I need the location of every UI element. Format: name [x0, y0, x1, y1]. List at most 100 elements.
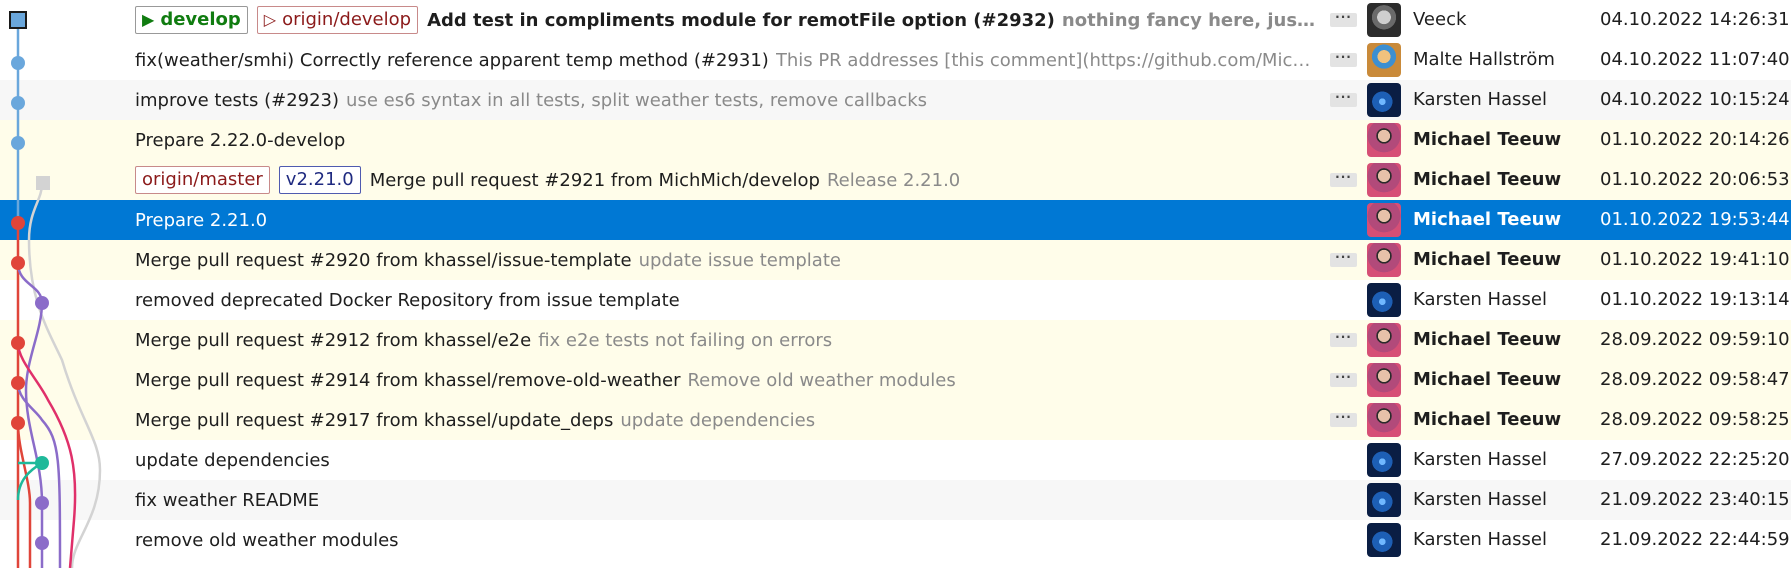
commit-message-cell: Merge pull request #2914 from khassel/re…	[135, 360, 1320, 400]
commit-date: 04.10.2022 11:07:40	[1600, 49, 1790, 70]
commit-row[interactable]: fix weather README Karsten Hassel 21.09.…	[0, 480, 1791, 520]
author-avatar	[1367, 123, 1401, 157]
commit-row[interactable]: origin/master v2.21.0 Merge pull request …	[0, 160, 1791, 200]
commit-date: 01.10.2022 19:41:10	[1600, 249, 1790, 270]
ref-label-text: v2.21.0	[285, 169, 354, 190]
commit-row[interactable]: Merge pull request #2917 from khassel/up…	[0, 400, 1791, 440]
commit-subject: improve tests (#2923)	[135, 89, 340, 111]
branch-label[interactable]: origin/master	[135, 166, 270, 194]
commit-date: 28.09.2022 09:58:47	[1600, 369, 1790, 390]
author-avatar	[1367, 363, 1401, 397]
commit-body: update issue template	[638, 249, 841, 271]
author-avatar	[1367, 203, 1401, 237]
more-details-button[interactable]: ···	[1330, 371, 1357, 387]
commit-date: 21.09.2022 22:44:59	[1600, 529, 1790, 550]
commit-row[interactable]: Merge pull request #2912 from khassel/e2…	[0, 320, 1791, 360]
commit-date: 04.10.2022 10:15:24	[1600, 89, 1790, 110]
commit-body: Release 2.21.0	[826, 169, 961, 191]
commit-message-cell: update dependencies	[135, 440, 1320, 480]
more-details-button[interactable]: ···	[1330, 11, 1357, 27]
commit-author: Michael Teeuw	[1413, 409, 1562, 430]
commit-row[interactable]: Prepare 2.22.0-develop Michael Teeuw 01.…	[0, 120, 1791, 160]
commit-date: 04.10.2022 14:26:31	[1600, 9, 1790, 30]
commit-message-cell: Merge pull request #2920 from khassel/is…	[135, 240, 1320, 280]
commit-subject: Merge pull request #2921 from MichMich/d…	[369, 169, 820, 191]
commit-message-cell: removed deprecated Docker Repository fro…	[135, 280, 1320, 320]
commit-row[interactable]: ▶ develop ▷ origin/develop Add test in comp…	[0, 0, 1791, 40]
commit-body: update dependencies	[620, 409, 816, 431]
commit-history-view: ▶ develop ▷ origin/develop Add test in comp…	[0, 0, 1791, 568]
commit-message-cell: fix(weather/smhi) Correctly reference ap…	[135, 40, 1320, 80]
more-details-button[interactable]: ···	[1330, 171, 1357, 187]
commit-subject: fix(weather/smhi) Correctly reference ap…	[135, 49, 769, 71]
commit-author: Michael Teeuw	[1413, 169, 1562, 190]
more-details-button[interactable]: ···	[1330, 51, 1357, 67]
commit-subject: Merge pull request #2920 from khassel/is…	[135, 249, 632, 271]
ref-labels: ▶ develop ▷ origin/develop	[135, 6, 427, 34]
commit-subject: Merge pull request #2917 from khassel/up…	[135, 409, 614, 431]
commit-list: ▶ develop ▷ origin/develop Add test in comp…	[0, 0, 1791, 560]
commit-message-cell: Merge pull request #2917 from khassel/up…	[135, 400, 1320, 440]
commit-author: Michael Teeuw	[1413, 129, 1562, 150]
play-triangle-icon: ▶	[142, 10, 155, 29]
commit-date: 28.09.2022 09:58:25	[1600, 409, 1790, 430]
more-details-button[interactable]: ···	[1330, 251, 1357, 267]
branch-label[interactable]: ▶ develop	[135, 6, 248, 34]
commit-message-cell: Prepare 2.21.0	[135, 200, 1320, 240]
commit-author: Karsten Hassel	[1413, 449, 1547, 470]
commit-row[interactable]: improve tests (#2923) use es6 syntax in …	[0, 80, 1791, 120]
commit-row[interactable]: Merge pull request #2920 from khassel/is…	[0, 240, 1791, 280]
author-avatar	[1367, 523, 1401, 557]
ref-label-text: develop	[160, 9, 241, 30]
commit-message-cell: improve tests (#2923) use es6 syntax in …	[135, 80, 1320, 120]
ref-label-text: origin/master	[142, 169, 263, 190]
commit-row[interactable]: update dependencies Karsten Hassel 27.09…	[0, 440, 1791, 480]
commit-message-cell: remove old weather modules	[135, 520, 1320, 560]
commit-subject: Merge pull request #2912 from khassel/e2…	[135, 329, 532, 351]
more-details-button[interactable]: ···	[1330, 411, 1357, 427]
commit-body: nothing fancy here, just a simple test a…	[1061, 9, 1320, 31]
commit-body: fix e2e tests not failing on errors	[538, 329, 833, 351]
commit-row[interactable]: removed deprecated Docker Repository fro…	[0, 280, 1791, 320]
commit-body: This PR addresses [this comment](https:/…	[775, 49, 1320, 71]
commit-message-cell: Merge pull request #2912 from khassel/e2…	[135, 320, 1320, 360]
commit-author: Michael Teeuw	[1413, 209, 1562, 230]
author-avatar	[1367, 323, 1401, 357]
commit-row[interactable]: fix(weather/smhi) Correctly reference ap…	[0, 40, 1791, 80]
tag-label[interactable]: v2.21.0	[278, 166, 361, 194]
author-avatar	[1367, 83, 1401, 117]
more-details-button[interactable]: ···	[1330, 331, 1357, 347]
author-avatar	[1367, 163, 1401, 197]
more-details-button[interactable]: ···	[1330, 91, 1357, 107]
commit-body: use es6 syntax in all tests, split weath…	[346, 89, 928, 111]
commit-subject: remove old weather modules	[135, 529, 399, 551]
commit-row[interactable]: Merge pull request #2914 from khassel/re…	[0, 360, 1791, 400]
commit-subject: Add test in compliments module for remot…	[427, 9, 1055, 31]
outline-triangle-icon: ▷	[263, 10, 277, 29]
commit-message-cell: ▶ develop ▷ origin/develop Add test in comp…	[135, 0, 1320, 40]
author-avatar	[1367, 243, 1401, 277]
commit-subject: Prepare 2.21.0	[135, 209, 268, 231]
branch-label[interactable]: ▷ origin/develop	[256, 6, 419, 34]
commit-row[interactable]: Prepare 2.21.0 Michael Teeuw 01.10.2022 …	[0, 200, 1791, 240]
commit-message-cell: origin/master v2.21.0 Merge pull request …	[135, 160, 1320, 200]
commit-subject: Merge pull request #2914 from khassel/re…	[135, 369, 681, 391]
commit-row[interactable]: remove old weather modules Karsten Hasse…	[0, 520, 1791, 560]
commit-date: 01.10.2022 20:06:53	[1600, 169, 1790, 190]
commit-subject: removed deprecated Docker Repository fro…	[135, 289, 680, 311]
commit-date: 21.09.2022 23:40:15	[1600, 489, 1790, 510]
commit-message-cell: fix weather README	[135, 480, 1320, 520]
commit-author: Malte Hallström	[1413, 49, 1555, 70]
author-avatar	[1367, 283, 1401, 317]
author-avatar	[1367, 43, 1401, 77]
ref-label-text: origin/develop	[282, 9, 412, 30]
commit-date: 01.10.2022 20:14:26	[1600, 129, 1790, 150]
commit-date: 01.10.2022 19:53:44	[1600, 209, 1790, 230]
commit-author: Michael Teeuw	[1413, 249, 1562, 270]
commit-author: Michael Teeuw	[1413, 329, 1562, 350]
commit-author: Michael Teeuw	[1413, 369, 1562, 390]
commit-date: 27.09.2022 22:25:20	[1600, 449, 1790, 470]
commit-author: Karsten Hassel	[1413, 529, 1547, 550]
author-avatar	[1367, 403, 1401, 437]
ref-labels: origin/master v2.21.0	[135, 166, 370, 194]
